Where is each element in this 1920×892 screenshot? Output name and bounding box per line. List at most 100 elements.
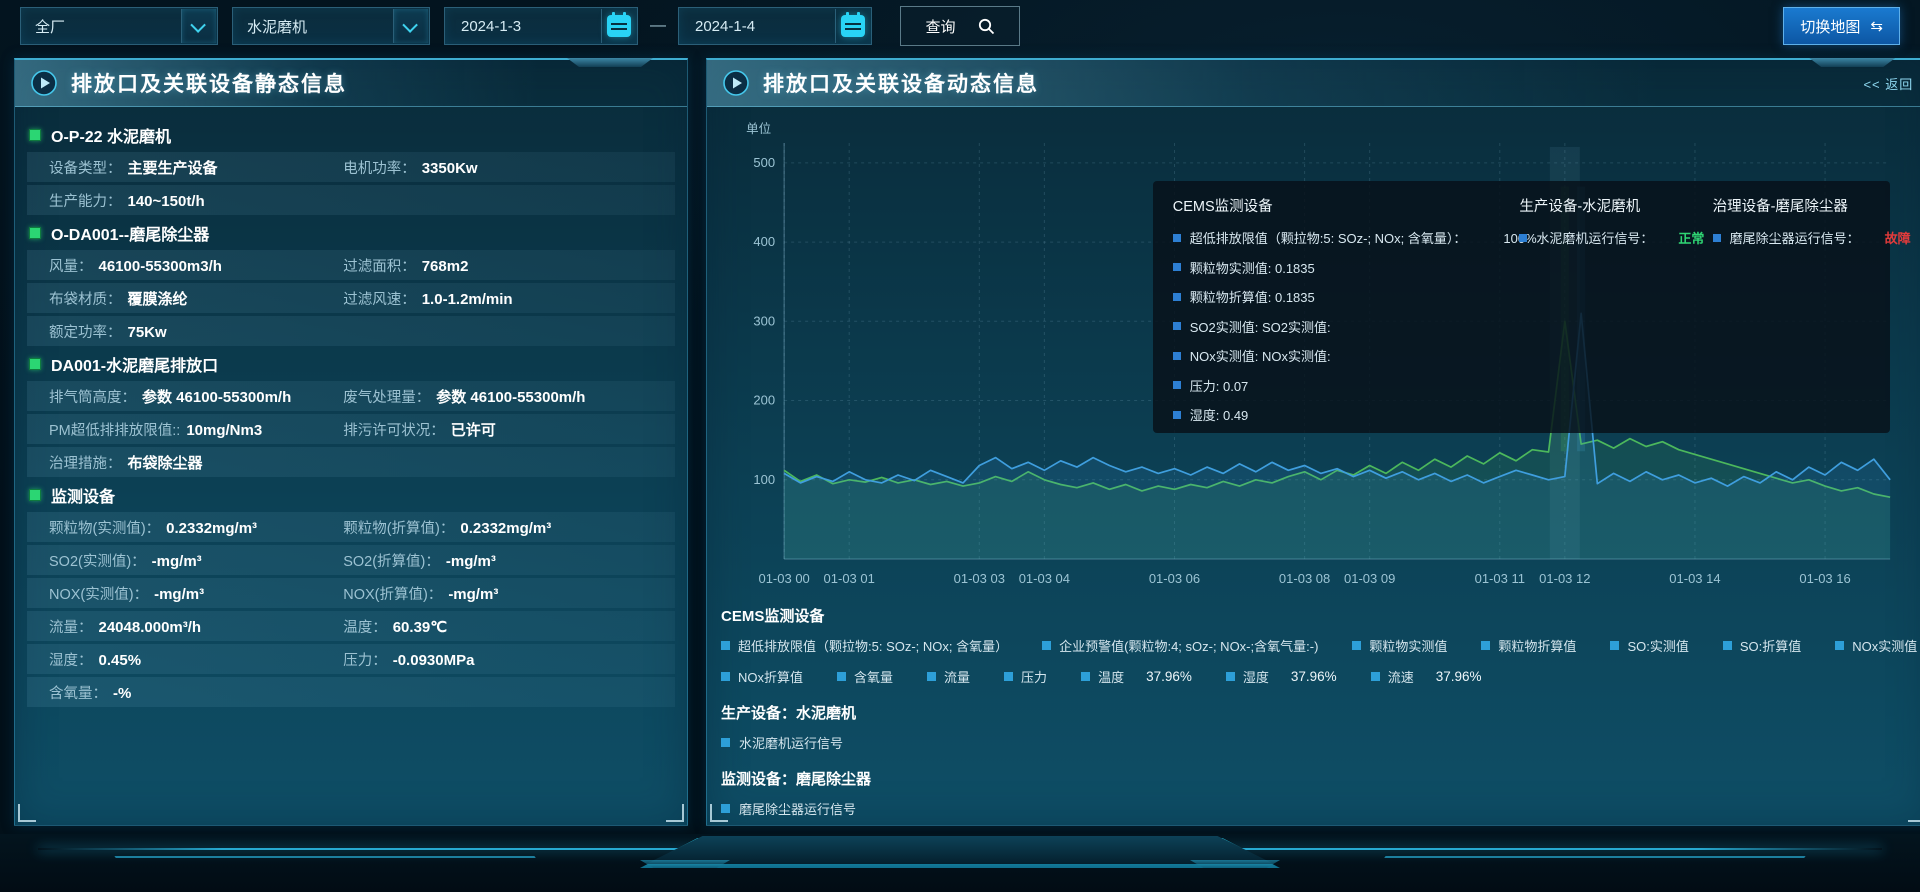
legend-item[interactable]: 流量 [927,667,970,686]
field-label: 排气筒高度： [49,386,136,407]
legend-item[interactable]: NOx实测值 [1835,636,1917,655]
field-label: 湿度： [49,649,93,670]
field-label: 风量： [49,255,93,276]
svg-text:01-03 04: 01-03 04 [1019,571,1070,586]
legend-marker-icon [1371,672,1380,681]
field-value: -mg/m³ [154,586,204,603]
legend-item[interactable]: 企业预警值(颗粒物:4; sOz-; NOx-;含氧气量:-) [1042,636,1318,655]
signal-legend-item[interactable]: 水泥磨机运行信号 [721,733,1917,752]
play-icon [723,70,749,96]
legend-marker-icon [721,641,730,650]
field-value: 140~150t/h [128,193,205,210]
corner-decoration [1908,804,1920,822]
signal-legend-item[interactable]: 磨尾除尘器运行信号 [721,799,1917,818]
field-label: PM超低排排放限值:: [49,419,180,440]
green-square-icon [29,129,41,141]
data-cell: 生产能力：140~150t/h [49,190,343,211]
legend-item[interactable]: 超低排放限值（颗拉物:5: SOz-; NOx; 含氧量） [721,636,1008,655]
chevron-down-icon[interactable] [393,9,428,43]
query-button[interactable]: 查询 [900,6,1020,46]
legend-item-label: NOx实测值 [1852,636,1917,655]
device-select[interactable]: 水泥磨机 [232,7,430,45]
data-cell: 设备类型：主要生产设备 [49,157,343,178]
svg-text:01-03 00: 01-03 00 [758,571,809,586]
field-label: NOX(折算值)： [343,583,442,604]
calendar-icon[interactable] [601,9,636,43]
chart-canvas[interactable]: 单位10020030040050001-03 0001-03 0101-03 0… [719,117,1917,595]
legend-item[interactable]: 颗粒物实测值 [1352,636,1447,655]
plant-select-value: 全厂 [35,16,65,37]
legend-item[interactable]: SO:实测值 [1610,636,1688,655]
dynamic-info-header: 排放口及关联设备动态信息 << 返回 [707,60,1920,107]
legend-item[interactable]: 湿度37.96% [1226,667,1337,686]
date-start-value: 2024-1-3 [461,18,521,35]
data-cell: 过滤风速： 1.0-1.2m/min [343,288,675,309]
legend-item-label: 含氧量 [854,667,893,686]
legend-marker-icon [1081,672,1090,681]
field-label: 压力： [343,649,387,670]
field-value: 已许可 [451,419,496,440]
chevron-down-icon[interactable] [181,9,216,43]
data-cell: 颗粒物(实测值)：0.2332mg/m³ [49,517,343,538]
field-label: 治理措施： [49,452,122,473]
data-row: 治理措施： 布袋除尘器 [27,447,675,477]
data-row: 流量：24048.000m³/h温度：60.39℃ [27,611,675,641]
legend-item[interactable]: 颗粒物折算值 [1481,636,1576,655]
signal-sections: 生产设备：水泥磨机水泥磨机运行信号监测设备：磨尾除尘器磨尾除尘器运行信号 [719,702,1917,818]
calendar-icon[interactable] [835,9,870,43]
legend-item-label: 企业预警值(颗粒物:4; sOz-; NOx-;含氧气量:-) [1059,636,1318,655]
legend-item[interactable]: 含氧量 [837,667,893,686]
legend-item-value: 37.96% [1291,669,1337,684]
field-label: 额定功率： [49,321,122,342]
legend-item[interactable]: 温度37.96% [1081,667,1192,686]
data-cell: 电机功率：3350Kw [343,157,675,178]
svg-text:01-03 08: 01-03 08 [1279,571,1330,586]
legend-marker-icon [1352,641,1361,650]
switch-map-button[interactable]: 切换地图 ⇆ [1783,7,1900,45]
legend-marker-icon [721,672,730,681]
field-label: 电机功率： [343,157,416,178]
section-heading: O-P-22 水泥磨机 [29,120,673,150]
legend-item[interactable]: NOx折算值 [721,667,803,686]
legend-marker-icon [1835,641,1844,650]
field-value: 1.0-1.2m/min [422,291,513,308]
data-cell: 颗粒物(折算值)：0.2332mg/m³ [343,517,675,538]
data-row: NOX(实测值)：-mg/m³NOX(折算值)：-mg/m³ [27,578,675,608]
legend-item-label: 颗粒物实测值 [1369,636,1447,655]
field-value: 10mg/Nm3 [186,422,262,439]
svg-text:500: 500 [753,155,775,170]
data-row: PM超低排排放限值::10mg/Nm3 排污许可状况：已许可 [27,414,675,444]
plant-select[interactable]: 全厂 [20,7,218,45]
line-chart[interactable]: 单位10020030040050001-03 0001-03 0101-03 0… [719,117,1917,595]
field-value: -mg/m³ [448,586,498,603]
legend-item[interactable]: SO:折算值 [1723,636,1801,655]
static-info-body: O-P-22 水泥磨机设备类型：主要生产设备电机功率：3350Kw生产能力：14… [15,107,687,718]
svg-text:400: 400 [753,234,775,249]
data-cell: 排气筒高度：参数 46100-55300m/h [49,386,343,407]
date-end-input[interactable]: 2024-1-4 [678,7,872,45]
data-cell: 布袋材质：覆膜涤纶 [49,288,343,309]
legend-item-value: 37.96% [1146,669,1192,684]
field-value: 布袋除尘器 [128,452,203,473]
svg-text:01-03 09: 01-03 09 [1344,571,1395,586]
back-link[interactable]: << 返回 [1863,74,1913,93]
legend-item[interactable]: 压力 [1004,667,1047,686]
legend-marker-icon [1042,641,1051,650]
data-row: 排气筒高度：参数 46100-55300m/h废气处理量：参数 46100-55… [27,381,675,411]
signal-section-heading: 监测设备：磨尾除尘器 [721,768,1917,789]
legend-heading: CEMS监测设备 [721,605,1917,626]
data-row: 额定功率：75Kw [27,316,675,346]
field-label: 过滤风速： [343,288,416,309]
svg-text:01-03 03: 01-03 03 [954,571,1005,586]
data-cell: 风量：46100-55300m3/h [49,255,343,276]
legend-item[interactable]: 流速37.96% [1371,667,1482,686]
svg-text:100: 100 [753,472,775,487]
data-cell: SO2(折算值)：-mg/m³ [343,550,675,571]
date-start-input[interactable]: 2024-1-3 [444,7,638,45]
data-row: 湿度：0.45%压力：-0.0930MPa [27,644,675,674]
field-label: 含氧量： [49,682,107,703]
legend-item-label: 流速 [1388,667,1414,686]
legend-item-label: NOx折算值 [738,667,803,686]
legend-row: 超低排放限值（颗拉物:5: SOz-; NOx; 含氧量） 企业预警值(颗粒物:4… [721,636,1917,655]
data-cell: 排污许可状况：已许可 [343,419,675,440]
